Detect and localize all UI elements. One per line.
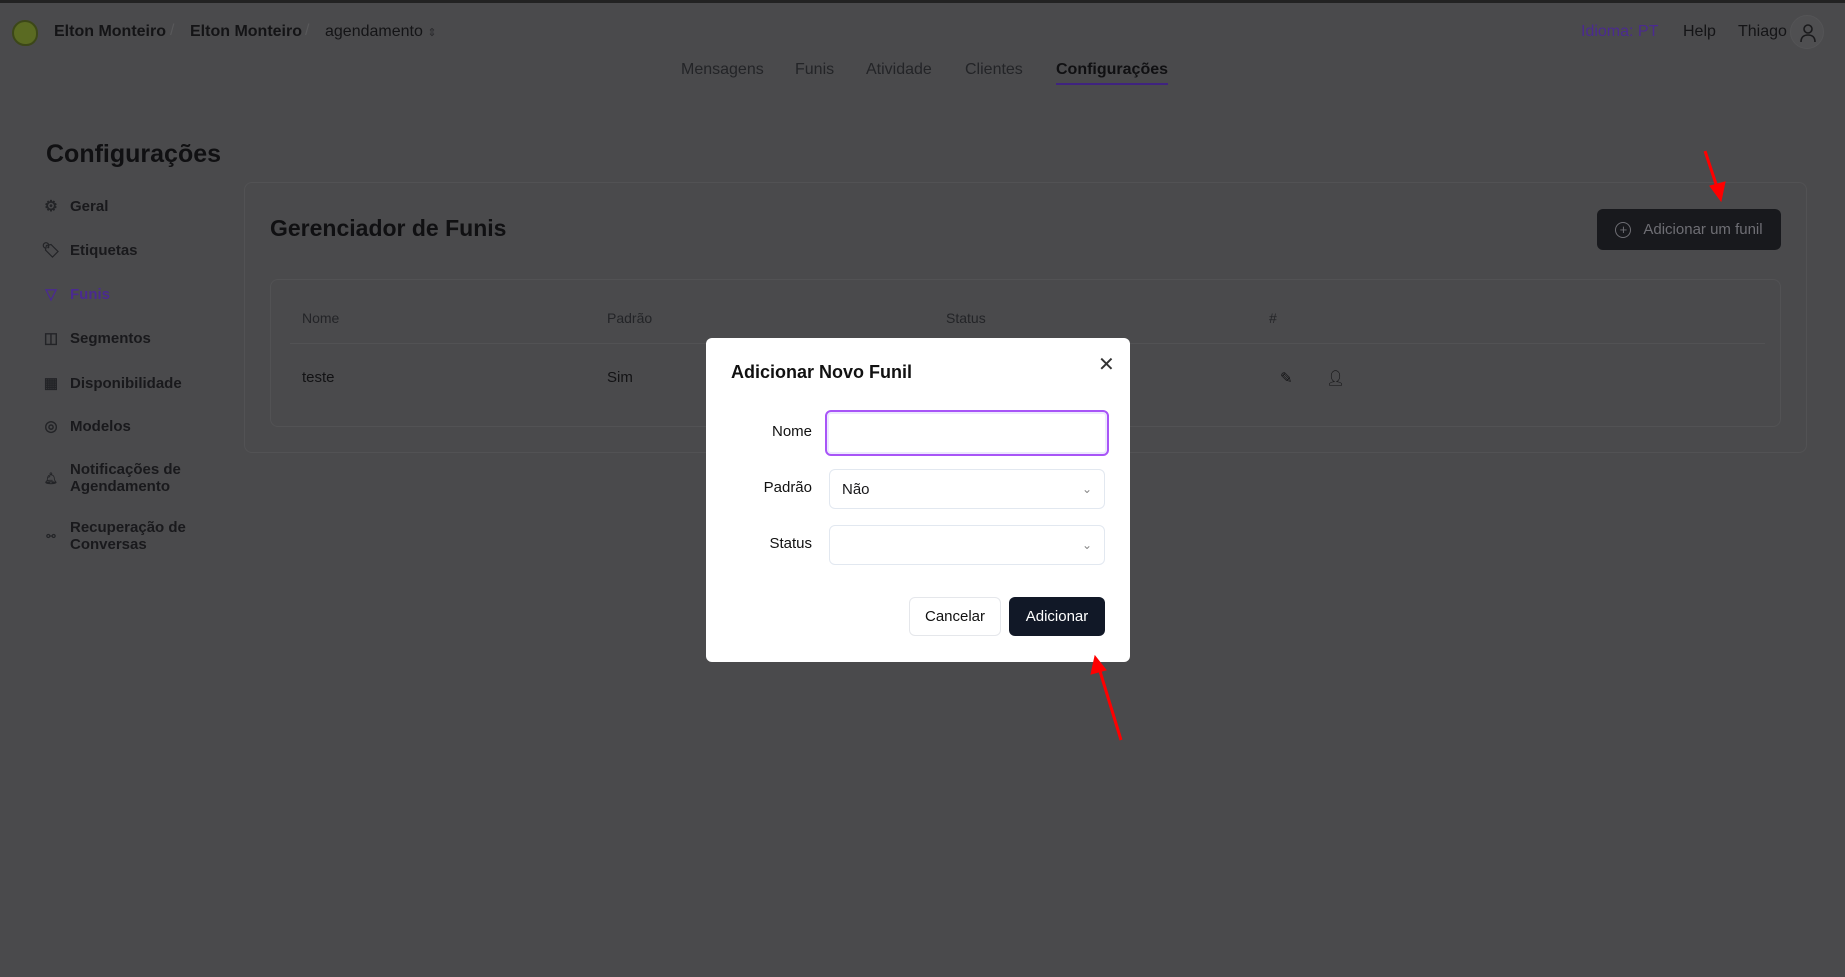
layout-icon: ◫ xyxy=(43,330,59,347)
edit-pencil-icon[interactable]: ✎ xyxy=(1280,369,1293,387)
breadcrumb-workspace-selector[interactable]: agendamento ⇕ xyxy=(325,23,437,41)
tab-mensagens[interactable]: Mensagens xyxy=(681,61,764,79)
breadcrumb-org[interactable]: Elton Monteiro xyxy=(54,23,166,41)
tab-clientes[interactable]: Clientes xyxy=(965,61,1023,79)
close-icon[interactable]: ✕ xyxy=(1098,352,1115,377)
help-link[interactable]: Help xyxy=(1683,23,1716,41)
chevron-down-icon: ⌄ xyxy=(1081,538,1092,552)
padrao-select[interactable]: Não ⌄ xyxy=(829,469,1105,509)
filter-icon: ▽ xyxy=(45,286,57,303)
sidebar-item-label: Notificações de Agendamento xyxy=(70,461,181,495)
add-funnel-label: Adicionar um funil xyxy=(1643,221,1763,238)
tab-configuracoes[interactable]: Configurações xyxy=(1056,61,1169,85)
breadcrumb-separator: / xyxy=(170,22,175,39)
sidebar-item-label: Funis xyxy=(70,285,110,303)
route-icon: ⚯ xyxy=(46,530,56,543)
plus-circle-icon: + xyxy=(1615,221,1632,238)
sidebar-item-label: Modelos xyxy=(70,417,131,435)
sidebar-item-label: Segmentos xyxy=(70,329,151,347)
sidebar-item-recuperacao[interactable]: ⚯ Recuperação de Conversas xyxy=(42,519,202,553)
sidebar-item-geral[interactable]: ⚙ Geral xyxy=(42,197,222,216)
add-user-icon[interactable]: 👤︎ xyxy=(1326,369,1345,387)
column-header-actions: # xyxy=(1269,310,1277,326)
tab-funis[interactable]: Funis xyxy=(795,61,834,79)
breadcrumb-separator: / xyxy=(305,22,310,39)
status-label: Status xyxy=(769,535,812,552)
language-selector[interactable]: Idioma: PT xyxy=(1581,23,1658,41)
user-icon xyxy=(1800,24,1816,43)
sidebar-item-notificacoes[interactable]: 🔔︎ Notificações de Agendamento xyxy=(42,461,192,495)
nome-input[interactable] xyxy=(825,410,1109,456)
cancel-button[interactable]: Cancelar xyxy=(909,597,1001,636)
chevron-down-icon: ⌄ xyxy=(1081,482,1092,496)
window-top-border xyxy=(0,0,1845,3)
column-header-nome: Nome xyxy=(302,310,340,326)
gear-icon: ⚙ xyxy=(44,198,58,215)
sidebar-item-label: Etiquetas xyxy=(70,241,138,259)
section-title: Gerenciador de Funis xyxy=(270,215,507,241)
user-avatar[interactable] xyxy=(1790,15,1824,49)
page-title: Configurações xyxy=(46,140,222,168)
status-select[interactable]: ⌄ xyxy=(829,525,1105,565)
user-name[interactable]: Thiago xyxy=(1738,23,1787,41)
row-padrao: Sim xyxy=(607,369,633,386)
sidebar-item-segmentos[interactable]: ◫ Segmentos xyxy=(42,329,222,348)
templates-icon: ◎ xyxy=(44,418,58,435)
row-nome: teste xyxy=(302,369,335,386)
app-logo[interactable] xyxy=(12,20,38,46)
submit-button[interactable]: Adicionar xyxy=(1009,597,1105,636)
add-funnel-button[interactable]: + Adicionar um funil xyxy=(1597,209,1781,250)
sidebar-item-etiquetas[interactable]: 🏷︎ Etiquetas xyxy=(41,241,222,260)
tab-atividade[interactable]: Atividade xyxy=(866,61,932,79)
calendar-icon: ▦ xyxy=(43,375,59,392)
tags-icon: 🏷︎ xyxy=(41,242,61,259)
chevron-up-down-icon: ⇕ xyxy=(427,27,437,39)
add-funnel-dialog: Adicionar Novo Funil ✕ Nome Padrão Não ⌄ … xyxy=(706,338,1130,662)
padrao-value: Não xyxy=(842,480,870,498)
sidebar-item-label: Geral xyxy=(70,197,109,215)
sidebar-item-label: Recuperação de Conversas xyxy=(70,519,186,553)
dialog-title: Adicionar Novo Funil xyxy=(731,362,913,382)
column-header-padrao: Padrão xyxy=(607,310,653,326)
breadcrumb-account[interactable]: Elton Monteiro xyxy=(190,23,302,41)
nome-label: Nome xyxy=(771,423,812,440)
padrao-label: Padrão xyxy=(763,479,812,496)
bell-icon: 🔔︎ xyxy=(44,472,58,485)
sidebar-item-label: Disponibilidade xyxy=(70,374,182,392)
sidebar-item-disponibilidade[interactable]: ▦ Disponibilidade xyxy=(42,374,222,393)
workspace-name: agendamento xyxy=(325,23,423,40)
column-header-status: Status xyxy=(946,310,986,326)
sidebar-item-funis[interactable]: ▽ Funis xyxy=(42,285,222,304)
sidebar-item-modelos[interactable]: ◎ Modelos xyxy=(42,417,222,436)
